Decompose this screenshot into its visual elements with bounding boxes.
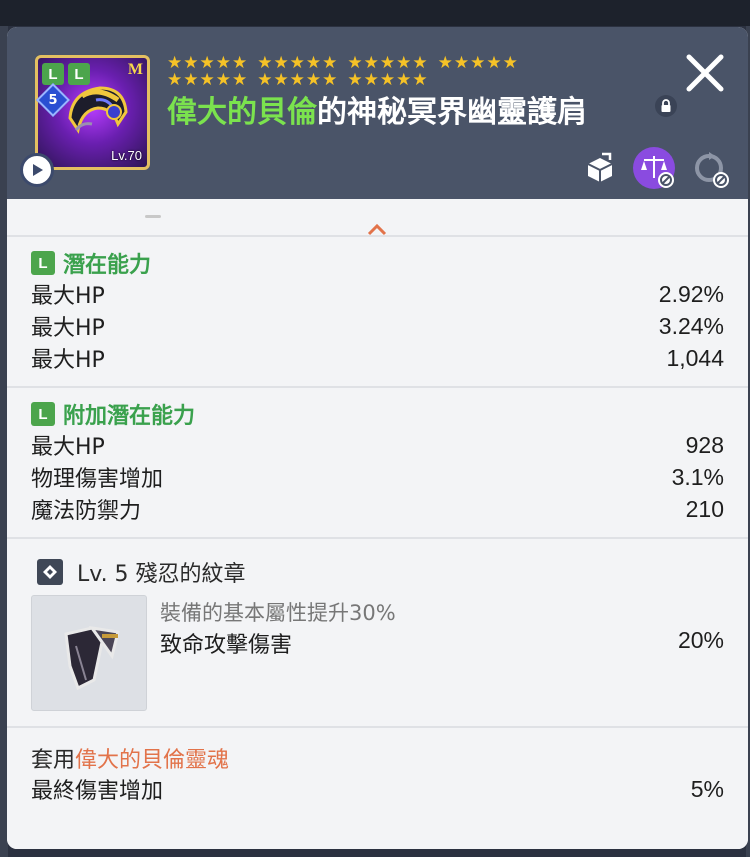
potential-heading: L 潛在能力 [31,247,151,279]
additional-potential-heading: L 附加潛在能力 [31,398,195,430]
additional-stat-row: 最大HP 928 [31,430,724,461]
stat-label: 最終傷害增加 [31,779,164,804]
stat-value: 20% [677,627,724,653]
stat-value: 5% [690,775,724,802]
item-header: L L M 5 Lv.70 ★★★★★ ★★★★★ ★★★★★ ★★★★★ ★★★★★… [7,27,748,199]
additional-stat-row: 魔法防禦力 210 [31,494,724,525]
item-detail-panel: L L M 5 Lv.70 ★★★★★ ★★★★★ ★★★★★ ★★★★★ ★★★★★… [7,27,748,849]
potential-stat-row: 最大HP 2.92% [31,279,724,310]
set-effect-heading: 套用偉大的貝倫靈魂 [31,742,229,774]
scroll-indicator [145,215,161,218]
potential-stat-row: 最大HP 3.24% [31,311,724,342]
stat-value: 928 [685,431,724,458]
item-title: 偉大的貝倫的神秘冥界幽靈護肩 [167,87,587,131]
stat-label: 魔法防禦力 [31,499,142,524]
stat-value: 3.24% [658,312,724,339]
play-icon [33,164,43,176]
box-transfer-icon[interactable] [580,148,620,188]
stat-value: 2.92% [658,280,724,307]
emblem-title: Lv. 5 殘忍的紋章 [77,562,246,587]
divider [7,537,748,539]
stat-value: 3.1% [671,463,724,490]
divider [7,726,748,728]
legendary-badge: L [31,402,55,426]
item-title-highlight: 偉大的貝倫 [167,95,317,130]
stat-value: 1,044 [666,344,724,371]
lock-icon [655,95,677,117]
set-effect-name: 偉大的貝倫靈魂 [75,748,230,773]
emblem-description: 裝備的基本屬性提升30% [160,601,396,625]
item-icon[interactable]: L L M 5 Lv.70 [35,55,150,170]
potential-stat-row: 最大HP 1,044 [31,343,724,374]
recycle-icon[interactable] [687,146,731,190]
shoulder-armor-icon [64,625,120,691]
stat-label: 最大HP [31,284,105,309]
play-button[interactable] [20,153,54,187]
legendary-badge: L [31,251,55,275]
star-group: ★★★★★ [437,53,519,73]
emblem-diamond-icon [37,559,63,585]
legendary-badge: L [42,63,64,85]
scale-balance-icon[interactable] [632,146,676,190]
set-effect-prefix: 套用 [31,748,76,773]
backdrop-top [0,0,750,26]
stat-label: 致命攻擊傷害 [160,633,293,658]
stat-label: 最大HP [31,435,105,460]
emblem-stat-row: 致命攻擊傷害 20% [160,627,724,659]
item-level-label: Lv.70 [111,148,142,163]
emblem-heading: Lv. 5 殘忍的紋章 [37,556,246,588]
m-badge: M [127,61,143,78]
item-stats-content[interactable]: L 潛在能力 最大HP 2.92% 最大HP 3.24% 最大HP 1,044 … [7,199,748,849]
item-title-rest: 的神秘冥界幽靈護肩 [317,95,587,130]
close-icon[interactable] [683,51,727,95]
divider [7,386,748,388]
emblem-image [31,595,147,711]
potential-heading-label: 潛在能力 [63,253,152,278]
stat-label: 最大HP [31,348,105,373]
set-effect-stat-row: 最終傷害增加 5% [31,774,724,805]
shoulder-armor-icon [68,86,128,134]
stat-label: 最大HP [31,316,105,341]
divider [7,235,748,237]
additional-potential-heading-label: 附加潛在能力 [63,404,196,429]
stat-value: 210 [685,495,724,522]
additional-stat-row: 物理傷害增加 3.1% [31,462,724,493]
stat-label: 物理傷害增加 [31,467,164,492]
